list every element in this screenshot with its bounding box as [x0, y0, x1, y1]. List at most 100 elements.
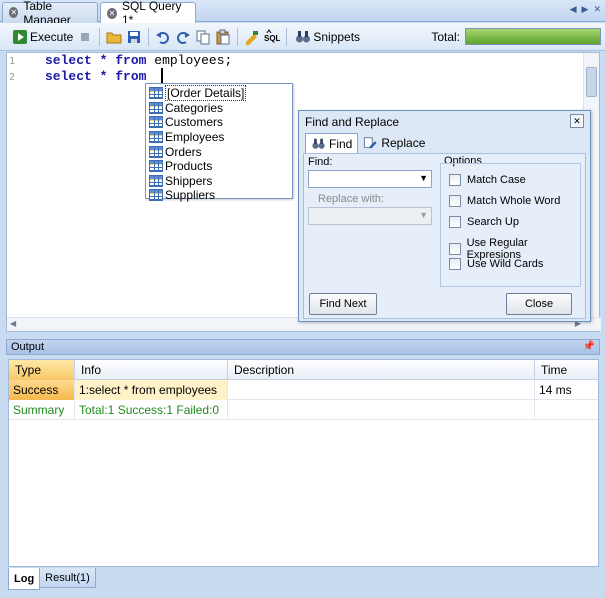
tab-result[interactable]: Result(1): [39, 568, 96, 588]
scroll-right-icon[interactable]: ▶: [582, 4, 589, 15]
use-wildcards-checkbox[interactable]: Use Wild Cards: [449, 258, 543, 270]
autocomplete-item[interactable]: Employees: [146, 130, 292, 145]
toolbar-separator: [286, 27, 288, 46]
chevron-down-icon[interactable]: ▼: [419, 173, 428, 183]
code-line[interactable]: select * from employees;: [45, 53, 232, 68]
stop-icon[interactable]: [77, 29, 93, 45]
tab-table-manager[interactable]: ✕ Table Manager: [2, 0, 98, 27]
autocomplete-item[interactable]: Categories: [146, 101, 292, 116]
autocomplete-item[interactable]: Orders: [146, 144, 292, 159]
option-label: Use Wild Cards: [467, 258, 544, 270]
close-tab-icon[interactable]: ✕: [107, 7, 117, 19]
close-button[interactable]: Close: [506, 293, 572, 315]
checkbox[interactable]: [449, 258, 461, 270]
table-row[interactable]: Success 1:select * from employees 14 ms: [9, 380, 598, 400]
snippets-button[interactable]: Snippets: [291, 26, 362, 48]
tab-sql-query-1[interactable]: ✕ SQL Query 1*: [100, 0, 196, 27]
close-icon[interactable]: ✕: [593, 4, 601, 15]
tab-navigation: ◀ ▶ ✕: [570, 4, 601, 15]
column-header-info[interactable]: Info: [75, 360, 228, 380]
undo-icon[interactable]: [155, 29, 171, 45]
table-icon: [149, 87, 163, 100]
save-icon[interactable]: [126, 29, 142, 45]
table-icon: [149, 145, 163, 158]
scroll-thumb[interactable]: [586, 67, 597, 97]
tab-log[interactable]: Log: [8, 568, 41, 590]
execute-button[interactable]: Execute: [8, 26, 75, 48]
chevron-down-icon: ▼: [419, 210, 428, 220]
tab-replace[interactable]: Replace: [358, 133, 430, 153]
keyword: select: [45, 53, 92, 68]
option-label: Match Whole Word: [467, 195, 561, 207]
autocomplete-item[interactable]: [Order Details]: [146, 85, 292, 102]
find-label: Find:: [308, 156, 333, 168]
play-icon: [13, 29, 27, 44]
option-label: Match Case: [467, 174, 526, 186]
cell-type: Summary: [9, 400, 75, 420]
column-header-description[interactable]: Description: [228, 360, 535, 380]
scroll-left-icon[interactable]: ◀: [570, 4, 577, 15]
keyword: *: [99, 53, 108, 68]
tab-label: Find: [329, 136, 353, 151]
binoculars-icon: [312, 138, 325, 149]
scroll-left-icon[interactable]: ◀: [10, 319, 16, 328]
replace-combobox: ▼: [308, 207, 432, 225]
keyword: select: [45, 69, 92, 84]
code-line[interactable]: select * from: [45, 69, 154, 84]
open-folder-icon[interactable]: [106, 29, 122, 45]
total-progress-bar: [465, 28, 601, 45]
table-row[interactable]: Summary Total:1 Success:1 Failed:0: [9, 400, 598, 420]
checkbox[interactable]: [449, 174, 461, 186]
column-header-time[interactable]: Time: [535, 360, 600, 380]
autocomplete-item[interactable]: Shippers: [146, 174, 292, 189]
paste-icon[interactable]: [215, 29, 231, 45]
cell-description: [228, 380, 535, 400]
table-name: Shippers: [165, 173, 213, 188]
query-toolbar: Execute SQL Snippets Total:: [0, 23, 605, 51]
autocomplete-item[interactable]: Products: [146, 159, 292, 174]
match-whole-word-checkbox[interactable]: Match Whole Word: [449, 195, 560, 207]
replace-with-label: Replace with:: [318, 193, 385, 205]
code-text: employees;: [154, 53, 233, 68]
checkbox[interactable]: [449, 195, 461, 207]
table-icon: [149, 131, 163, 144]
find-next-button[interactable]: Find Next: [309, 293, 377, 315]
column-header-type[interactable]: Type: [9, 360, 75, 380]
keyword: from: [115, 69, 147, 84]
output-panel-header: Output 📌: [6, 339, 600, 355]
toolbar-separator: [99, 27, 101, 46]
table-name: Categories: [165, 100, 224, 115]
checkbox[interactable]: [449, 216, 461, 228]
find-combobox[interactable]: ▼: [308, 170, 432, 188]
find-replace-dialog: Find and Replace ✕ Find Replace Find: ▼ …: [298, 110, 591, 322]
match-case-checkbox[interactable]: Match Case: [449, 174, 526, 186]
table-name: Employees: [165, 130, 225, 145]
text-caret: [161, 68, 163, 84]
toolbar-separator: [237, 27, 239, 46]
close-tab-icon[interactable]: ✕: [9, 7, 19, 18]
search-up-checkbox[interactable]: Search Up: [449, 216, 519, 228]
keyword: from: [115, 53, 147, 68]
table-icon: [149, 116, 163, 129]
cell-type: Success: [9, 380, 75, 400]
tab-find[interactable]: Find: [305, 133, 359, 153]
autocomplete-item[interactable]: Suppliers: [146, 188, 292, 203]
pin-icon[interactable]: 📌: [583, 340, 595, 354]
checkbox[interactable]: [449, 243, 461, 255]
sql-icon[interactable]: SQL: [264, 28, 280, 45]
format-sql-icon[interactable]: [244, 29, 260, 45]
binoculars-icon: [296, 30, 311, 42]
autocomplete-item[interactable]: Customers: [146, 115, 292, 130]
autocomplete-list[interactable]: [Order Details] Categories Customers Emp…: [145, 83, 293, 202]
option-label: Search Up: [467, 216, 519, 228]
dialog-body: Find: ▼ Replace with: ▼ Options Match Ca…: [303, 153, 586, 319]
redo-icon[interactable]: [175, 29, 191, 45]
table-name: Orders: [165, 144, 202, 159]
svg-text:SQL: SQL: [264, 34, 280, 43]
table-name: Products: [165, 159, 213, 174]
copy-icon[interactable]: [195, 29, 211, 45]
dialog-close-button[interactable]: ✕: [570, 114, 584, 128]
document-tab-strip: ✕ Table Manager ✕ SQL Query 1* ◀ ▶ ✕: [0, 0, 605, 27]
cell-info: Total:1 Success:1 Failed:0: [75, 400, 228, 420]
snippets-label: Snippets: [313, 29, 361, 44]
